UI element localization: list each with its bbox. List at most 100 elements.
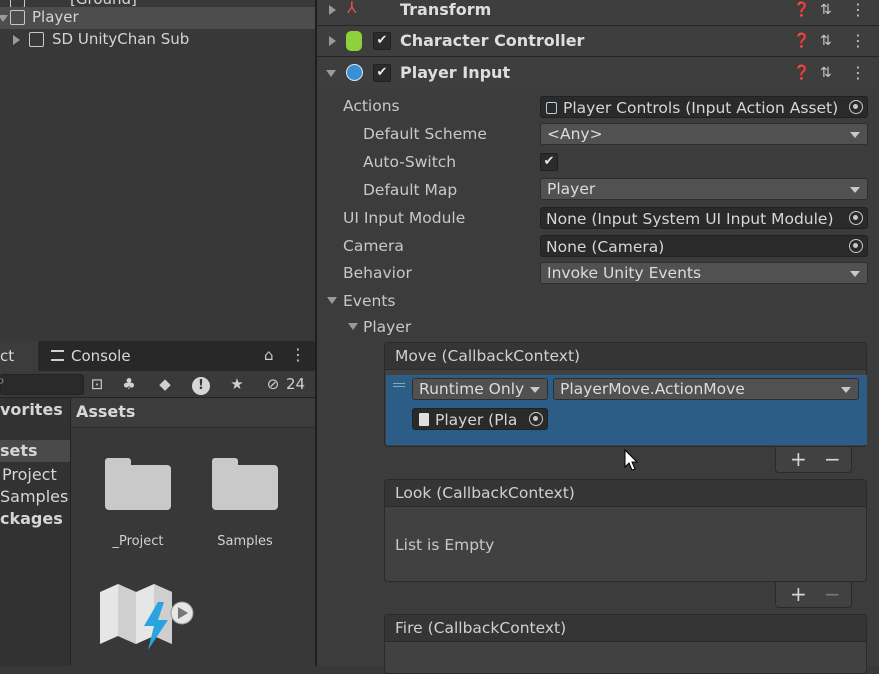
filter-by-type-icon[interactable]: ♣ [118, 373, 140, 395]
presets-icon[interactable]: ⇅ [820, 0, 832, 25]
log-type-icon[interactable]: ! [190, 373, 212, 395]
auto-switch-label: Auto-Switch [363, 153, 457, 171]
object-picker-icon[interactable] [529, 412, 543, 426]
chevron-down-icon [850, 132, 860, 138]
transform-icon: ⅄ [347, 0, 357, 17]
hierarchy-item-player[interactable]: Player [0, 7, 315, 29]
chevron-down-icon [530, 387, 540, 393]
presets-icon[interactable]: ⇅ [820, 58, 832, 88]
assets-header: Assets [71, 398, 315, 428]
more-menu-icon[interactable]: ⋮ [850, 0, 866, 25]
script-icon [419, 413, 429, 426]
camera-field[interactable]: None (Camera) [540, 235, 868, 257]
hidden-packages-icon[interactable]: ⊘ [263, 373, 283, 395]
move-list-controls: + − [775, 447, 852, 473]
event-list-move: Move (CallbackContext) Runtime Only Play… [384, 342, 867, 447]
foldout-arrow-icon[interactable] [326, 70, 336, 77]
auto-switch-checkbox[interactable]: ✔ [540, 153, 558, 171]
expand-arrow-icon[interactable] [13, 35, 20, 45]
player-input-icon [346, 64, 363, 81]
event-header: Fire (CallbackContext) [385, 615, 866, 642]
favorite-star-icon[interactable]: ★ [226, 373, 248, 395]
component-header-player-input[interactable]: ✔ Player Input ❓ ⇅ ⋮ [317, 58, 879, 88]
event-list-look: Look (CallbackContext) List is Empty [384, 479, 867, 582]
actions-field[interactable]: Player Controls (Input Action Asset) [540, 96, 868, 118]
component-header-transform[interactable]: ⅄ Transform ❓ ⇅ ⋮ [317, 0, 879, 26]
hierarchy-item-sd-unitychan-sub[interactable]: SD UnityChan Sub [0, 29, 315, 51]
enable-checkbox[interactable]: ✔ [373, 64, 391, 82]
asset-label-project: _Project [112, 534, 164, 549]
ui-input-module-field[interactable]: None (Input System UI Input Module) [540, 207, 868, 229]
event-header: Look (CallbackContext) [385, 480, 866, 507]
tree-item-samples[interactable]: Samples [0, 487, 68, 506]
project-tree: vorites sets Project Samples ckages [0, 398, 71, 666]
actions-label: Actions [343, 97, 400, 115]
presets-icon[interactable]: ⇅ [820, 26, 832, 56]
event-header: Move (CallbackContext) [385, 343, 866, 370]
hierarchy-panel: [Ground] Player SD UnityChan Sub [0, 0, 315, 341]
remove-button[interactable]: − [824, 582, 841, 606]
expand-arrow-icon[interactable] [0, 15, 8, 22]
search-icon: ⌕ [0, 373, 5, 389]
default-scheme-dropdown[interactable]: <Any> [540, 123, 868, 145]
tree-item-favorites[interactable]: vorites [0, 400, 63, 419]
player-foldout-arrow-icon[interactable] [348, 323, 358, 330]
object-picker-icon[interactable] [849, 239, 863, 253]
empty-list-text: List is Empty [395, 536, 495, 554]
tab-project[interactable]: ct [0, 341, 38, 371]
behavior-label: Behavior [343, 264, 412, 282]
enable-checkbox[interactable]: ✔ [373, 32, 391, 50]
mouse-cursor-icon [624, 449, 638, 471]
object-picker-icon[interactable] [849, 100, 863, 114]
behavior-dropdown[interactable]: Invoke Unity Events [540, 262, 868, 284]
folder-icon[interactable] [212, 458, 278, 510]
more-menu-icon[interactable]: ⋮ [290, 341, 306, 369]
default-map-dropdown[interactable]: Player [540, 178, 868, 200]
ui-input-module-label: UI Input Module [343, 209, 466, 227]
target-object-field[interactable]: Player (Pla [412, 408, 548, 430]
help-icon[interactable]: ❓ [793, 0, 810, 25]
lock-icon[interactable]: ⌂ [264, 341, 274, 369]
project-tab-bar: ct Console ⌂ ⋮ [0, 341, 315, 372]
component-header-character-controller[interactable]: ✔ Character Controller ❓ ⇅ ⋮ [317, 26, 879, 57]
runtime-mode-dropdown[interactable]: Runtime Only [412, 378, 548, 400]
hidden-count: 24 [286, 375, 306, 393]
default-map-label: Default Map [363, 181, 458, 199]
folder-icon[interactable] [105, 458, 171, 510]
tab-console[interactable]: Console [44, 341, 164, 371]
events-foldout-arrow-icon[interactable] [327, 297, 337, 304]
tree-item-packages[interactable]: ckages [0, 509, 63, 528]
function-dropdown[interactable]: PlayerMove.ActionMove [553, 378, 859, 400]
assets-breadcrumb[interactable]: Assets [76, 398, 135, 426]
look-list-controls: + − [775, 582, 852, 608]
event-entry-selected[interactable]: Runtime Only PlayerMove.ActionMove Playe… [386, 375, 867, 445]
tree-item-assets-selected[interactable]: sets [0, 440, 70, 462]
help-icon[interactable]: ❓ [793, 26, 810, 56]
default-scheme-label: Default Scheme [363, 125, 487, 143]
input-action-asset-icon [546, 102, 557, 114]
create-icon[interactable]: ⊡ [86, 373, 108, 395]
console-icon [51, 350, 64, 361]
more-menu-icon[interactable]: ⋮ [850, 26, 866, 56]
help-icon[interactable]: ❓ [793, 58, 810, 88]
project-search-input[interactable]: ⌕ [0, 373, 84, 395]
input-actions-asset-icon[interactable] [98, 580, 194, 666]
chevron-down-icon [850, 187, 860, 193]
foldout-arrow-icon[interactable] [329, 5, 336, 15]
add-button[interactable]: + [790, 582, 807, 606]
chevron-down-icon [850, 271, 860, 277]
player-foldout[interactable]: Player [363, 318, 411, 336]
remove-button[interactable]: − [824, 447, 841, 471]
more-menu-icon[interactable]: ⋮ [850, 58, 866, 88]
add-button[interactable]: + [790, 447, 807, 471]
chevron-down-icon [841, 387, 851, 393]
filter-by-label-icon[interactable]: ◆ [154, 373, 176, 395]
tree-item-project[interactable]: Project [2, 465, 57, 484]
drag-handle-icon[interactable] [393, 383, 405, 387]
events-foldout[interactable]: Events [343, 292, 395, 310]
asset-label-samples: Samples [217, 534, 273, 549]
foldout-arrow-icon[interactable] [329, 36, 336, 46]
object-picker-icon[interactable] [849, 211, 863, 225]
character-controller-icon [346, 31, 362, 51]
gameobject-icon [29, 32, 44, 47]
